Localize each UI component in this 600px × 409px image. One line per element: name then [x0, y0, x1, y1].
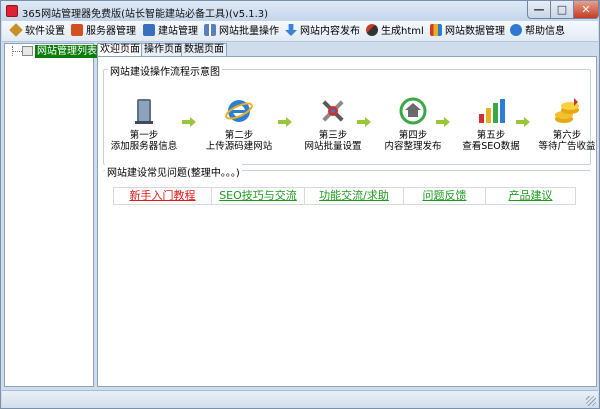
wrench-icon: [9, 23, 23, 37]
right-arrow-icon: [436, 117, 450, 127]
bar-chart-icon: [430, 24, 442, 36]
menu-label: 建站管理: [158, 26, 198, 37]
server-tower-icon: [135, 99, 153, 124]
step-label: 第六步: [552, 130, 582, 141]
tab-data[interactable]: 数据页面: [181, 43, 227, 57]
link-beginner-tutorial[interactable]: 新手入门教程: [114, 188, 212, 204]
server-icon: [71, 24, 83, 36]
menu-label: 服务器管理: [86, 26, 136, 37]
step-desc: 查看SEO数据: [462, 141, 520, 152]
menu-label: 网站数据管理: [445, 26, 505, 37]
workflow-step-1[interactable]: 第一步 添加服务器信息: [109, 96, 179, 152]
workflow-step-2[interactable]: 第二步 上传源码建网站: [204, 96, 274, 152]
maximize-button[interactable]: □: [550, 1, 574, 19]
home-recycle-icon: [399, 97, 427, 125]
right-arrow-icon: [516, 117, 530, 127]
workflow-group: 网站建设操作流程示意图 第一步 添加服务器信息 第二步 上传源码建网站 第三步 …: [103, 63, 596, 165]
menu-bar: 软件设置 服务器管理 建站管理 网站批量操作 网站内容发布 生成html 网站数…: [2, 21, 598, 42]
maximize-icon: □: [556, 3, 568, 16]
menu-label: 网站内容发布: [300, 26, 360, 37]
menu-batch-operations[interactable]: 网站批量操作: [204, 24, 279, 39]
bar-chart-icon: [479, 99, 505, 123]
menu-label: 帮助信息: [525, 26, 565, 37]
menu-server-management[interactable]: 服务器管理: [71, 24, 136, 39]
close-icon: ✕: [581, 3, 591, 16]
app-logo-icon: [6, 5, 18, 17]
grid-icon: [204, 24, 216, 36]
window-title: 365网站管理器免费版(站长智能建站必备工具)(v5.1.3): [22, 9, 269, 20]
tools-icon: [322, 100, 344, 122]
step-label: 第二步: [224, 130, 254, 141]
computer-icon: [22, 46, 33, 56]
step-desc: 等待广告收益: [538, 141, 596, 152]
link-seo-tips[interactable]: SEO技巧与交流: [212, 188, 305, 204]
workflow-title: 网站建设操作流程示意图: [108, 63, 222, 78]
info-icon: [510, 24, 522, 36]
menu-data-management[interactable]: 网站数据管理: [430, 24, 505, 39]
step-label: 第四步: [398, 130, 428, 141]
app-window: 365网站管理器免费版(站长智能建站必备工具)(v5.1.3) — □ ✕ 软件…: [0, 0, 600, 409]
close-button[interactable]: ✕: [573, 1, 599, 19]
faq-title: 网站建设常见问题(整理中。。。): [105, 164, 242, 179]
menu-software-settings[interactable]: 软件设置: [9, 23, 65, 39]
link-feature-help[interactable]: 功能交流/求助: [305, 188, 404, 204]
tree-node-site-list[interactable]: 网站管理列表: [35, 45, 99, 58]
down-arrow-icon: [285, 24, 297, 36]
gold-coins-icon: [555, 98, 579, 123]
menu-label: 网站批量操作: [219, 26, 279, 37]
right-arrow-icon: [182, 117, 196, 127]
link-feedback[interactable]: 问题反馈: [404, 188, 486, 204]
menu-label: 软件设置: [25, 26, 65, 37]
menu-help[interactable]: 帮助信息: [510, 24, 565, 39]
link-product-suggestion[interactable]: 产品建议: [486, 188, 575, 204]
magic-wand-icon: [366, 24, 378, 36]
workflow-step-6[interactable]: 第六步 等待广告收益: [532, 96, 600, 152]
step-label: 第三步: [318, 130, 348, 141]
right-arrow-icon: [357, 117, 371, 127]
tree-connector: [12, 51, 22, 52]
minimize-icon: —: [533, 3, 545, 16]
pen-icon: [143, 24, 155, 36]
minimize-button[interactable]: —: [527, 1, 551, 19]
step-desc: 添加服务器信息: [110, 141, 178, 152]
ie-browser-icon: [225, 100, 253, 122]
resize-grip-icon[interactable]: [586, 396, 596, 406]
step-desc: 上传源码建网站: [205, 141, 273, 152]
status-bar: [2, 390, 598, 408]
right-arrow-icon: [278, 117, 292, 127]
title-bar[interactable]: 365网站管理器免费版(站长智能建站必备工具)(v5.1.3) — □ ✕: [1, 1, 599, 21]
menu-content-publish[interactable]: 网站内容发布: [285, 24, 360, 39]
step-label: 第五步: [476, 130, 506, 141]
step-label: 第一步: [129, 130, 159, 141]
menu-label: 生成html: [381, 26, 424, 37]
faq-links-row: 新手入门教程 SEO技巧与交流 功能交流/求助 问题反馈 产品建议: [113, 187, 576, 205]
welcome-page: 网站建设操作流程示意图 第一步 添加服务器信息 第二步 上传源码建网站 第三步 …: [97, 56, 597, 387]
menu-site-build[interactable]: 建站管理: [143, 24, 198, 39]
step-desc: 内容整理发布: [384, 141, 442, 152]
step-desc: 网站批量设置: [304, 141, 362, 152]
menu-generate-html[interactable]: 生成html: [366, 24, 424, 39]
site-tree-panel[interactable]: 网站管理列表: [4, 43, 99, 387]
